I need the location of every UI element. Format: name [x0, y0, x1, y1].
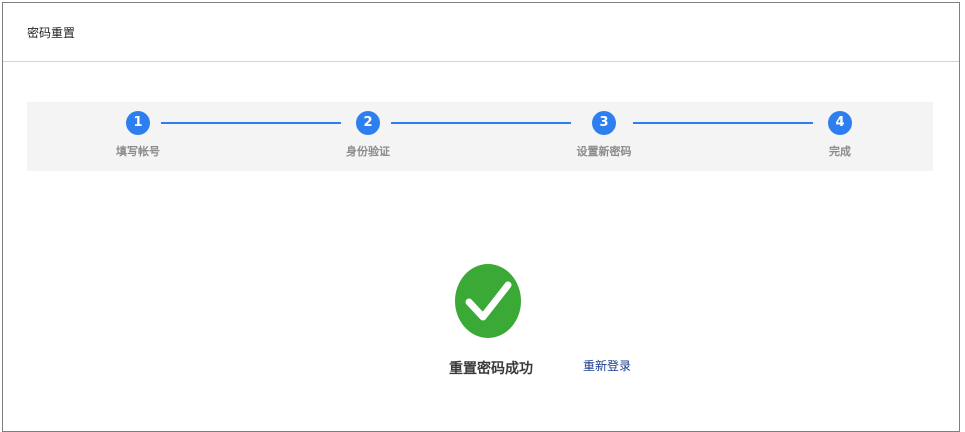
- step-number-badge: 2: [356, 111, 380, 135]
- step-connector-2-3: [391, 122, 571, 124]
- step-verify-identity: 2 身份验证: [328, 111, 408, 159]
- step-label: 填写帐号: [116, 145, 160, 158]
- step-progress-bar: 1 填写帐号 2 身份验证 3 设置新密码 4 完成: [27, 102, 933, 171]
- success-message: 重置密码成功: [449, 361, 533, 377]
- step-number-badge: 4: [828, 111, 852, 135]
- step-complete: 4 完成: [800, 111, 880, 159]
- panel-header: 密码重置: [3, 3, 959, 62]
- page-title: 密码重置: [27, 26, 76, 40]
- checkmark-icon: [455, 264, 521, 338]
- step-number-badge: 3: [592, 111, 616, 135]
- relogin-link[interactable]: 重新登录: [583, 357, 631, 374]
- step-connector-1-2: [161, 122, 341, 124]
- step-number-badge: 1: [126, 111, 150, 135]
- step-label: 身份验证: [346, 145, 390, 158]
- step-connector-3-4: [633, 122, 813, 124]
- step-set-new-password: 3 设置新密码: [564, 111, 644, 159]
- step-label: 完成: [829, 145, 851, 158]
- reset-password-panel: 密码重置 1 填写帐号 2 身份验证 3 设置新密码 4 完成 重置密码成功 重…: [2, 2, 960, 432]
- step-fill-account: 1 填写帐号: [98, 111, 178, 159]
- step-label: 设置新密码: [576, 145, 632, 158]
